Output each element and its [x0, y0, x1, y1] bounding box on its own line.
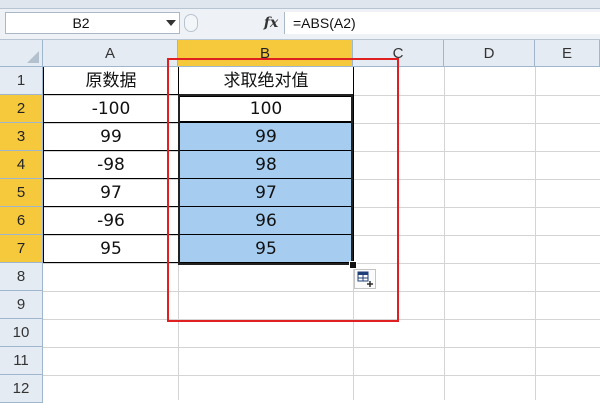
- column-header-b[interactable]: B: [178, 40, 353, 67]
- row-header-8[interactable]: 8: [0, 263, 43, 291]
- function-icon[interactable]: fx: [260, 12, 282, 34]
- gridline: [43, 375, 600, 376]
- chevron-down-icon[interactable]: [166, 20, 176, 26]
- gridline: [444, 67, 445, 400]
- gridline: [43, 319, 600, 320]
- gridline: [43, 291, 600, 292]
- cell-b4[interactable]: 98: [178, 151, 354, 179]
- row-header-6[interactable]: 6: [0, 207, 43, 235]
- fx-area: fx: [200, 12, 280, 34]
- gridline: [535, 67, 536, 400]
- row-header-9[interactable]: 9: [0, 291, 43, 319]
- cell-a2[interactable]: -100: [43, 95, 179, 123]
- cell-b3[interactable]: 99: [178, 123, 354, 151]
- cell-a3[interactable]: 99: [43, 123, 179, 151]
- column-header-e[interactable]: E: [535, 40, 600, 67]
- cell-a1-header[interactable]: 原数据: [43, 67, 179, 95]
- formula-input[interactable]: =ABS(A2): [284, 12, 600, 34]
- cell-a6[interactable]: -96: [43, 207, 179, 235]
- row-header-4[interactable]: 4: [0, 151, 43, 179]
- autofill-options-button[interactable]: [354, 269, 376, 289]
- cell-b6[interactable]: 96: [178, 207, 354, 235]
- cell-b1-header[interactable]: 求取绝对值: [178, 67, 354, 95]
- autofill-options-icon: [357, 271, 373, 287]
- cell-a7[interactable]: 95: [43, 235, 179, 263]
- row-header-11[interactable]: 11: [0, 347, 43, 375]
- cell-b7[interactable]: 95: [178, 235, 354, 263]
- select-all-triangle-icon: [27, 51, 39, 63]
- row-header-7[interactable]: 7: [0, 235, 43, 263]
- gridline: [43, 263, 600, 264]
- cell-b5[interactable]: 97: [178, 179, 354, 207]
- cell-a5[interactable]: 97: [43, 179, 179, 207]
- ribbon-strip: [0, 0, 600, 9]
- cell-a4[interactable]: -98: [43, 151, 179, 179]
- column-header-d[interactable]: D: [444, 40, 535, 67]
- name-box-value: B2: [72, 15, 90, 31]
- name-box[interactable]: B2: [5, 12, 180, 34]
- formula-bar: B2 fx =ABS(A2): [0, 9, 600, 40]
- row-header-2[interactable]: 2: [0, 95, 43, 123]
- row-header-10[interactable]: 10: [0, 319, 43, 347]
- column-header-a[interactable]: A: [43, 40, 178, 67]
- row-header-5[interactable]: 5: [0, 179, 43, 207]
- row-header-12[interactable]: 12: [0, 375, 43, 403]
- row-header-1[interactable]: 1: [0, 67, 43, 95]
- column-header-c[interactable]: C: [353, 40, 444, 67]
- row-header-3[interactable]: 3: [0, 123, 43, 151]
- select-all-button[interactable]: [0, 40, 43, 67]
- formula-bar-resize-handle[interactable]: [184, 14, 198, 32]
- fill-handle[interactable]: [349, 261, 357, 269]
- cell-b2-active[interactable]: 100: [178, 95, 354, 123]
- gridline: [43, 347, 600, 348]
- worksheet-grid: A B C D E 1 2 3 4 5 6 7 8 9 10 11 12 原数据…: [0, 40, 600, 403]
